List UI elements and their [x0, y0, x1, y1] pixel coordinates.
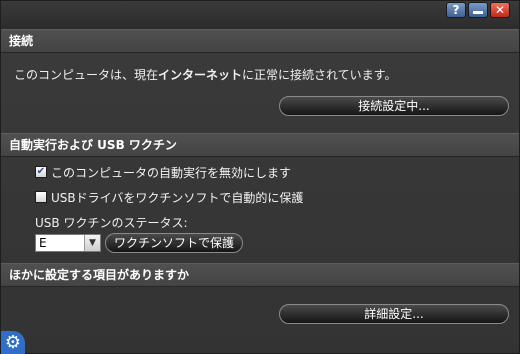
chevron-down-icon[interactable]: ▼	[84, 235, 100, 251]
settings-window: ? ✕ 接続 このコンピュータは、現在インターネットに正常に接続されています。 …	[0, 0, 520, 354]
drive-select-value: E	[39, 236, 47, 250]
help-button[interactable]: ?	[446, 2, 466, 18]
connection-status-bold: インターネット	[158, 68, 243, 82]
minimize-icon	[473, 11, 483, 14]
connection-section-header: 接続	[1, 29, 519, 53]
close-icon: ✕	[494, 3, 506, 17]
minimize-button[interactable]	[468, 2, 488, 18]
connection-settings-button[interactable]: 接続設定中...	[279, 96, 509, 116]
usb-vaccine-status-label: USB ワクチンのステータス:	[35, 216, 188, 230]
gear-icon[interactable]: ⚙	[1, 331, 25, 354]
connection-status-text: このコンピュータは、現在インターネットに正常に接続されています。	[14, 66, 396, 83]
close-button[interactable]: ✕	[490, 2, 510, 18]
title-bar: ? ✕	[1, 1, 519, 29]
usb-protect-checkbox[interactable]	[35, 191, 47, 203]
autorun-section-header: 自動実行および USB ワクチン	[1, 133, 519, 157]
connection-status-prefix: このコンピュータは、現在	[14, 68, 159, 82]
disable-autorun-row[interactable]: ✔ このコンピュータの自動実行を無効にします	[35, 164, 291, 180]
checkmark-icon: ✔	[36, 166, 46, 177]
advanced-settings-button[interactable]: 詳細設定...	[279, 304, 509, 324]
disable-autorun-label: このコンピュータの自動実行を無効にします	[51, 165, 292, 180]
usb-protect-label: USBドライバをワクチンソフトで自動的に保護	[51, 190, 304, 205]
help-icon: ?	[452, 3, 460, 17]
connection-status-suffix: に正常に接続されています。	[242, 68, 397, 82]
disable-autorun-checkbox[interactable]: ✔	[35, 166, 47, 178]
other-settings-section-header: ほかに設定する項目がありますか	[1, 263, 519, 287]
drive-select[interactable]: E ▼	[35, 234, 101, 252]
vaccine-protect-button[interactable]: ワクチンソフトで保護	[105, 233, 243, 253]
usb-protect-row[interactable]: USBドライバをワクチンソフトで自動的に保護	[35, 189, 303, 205]
